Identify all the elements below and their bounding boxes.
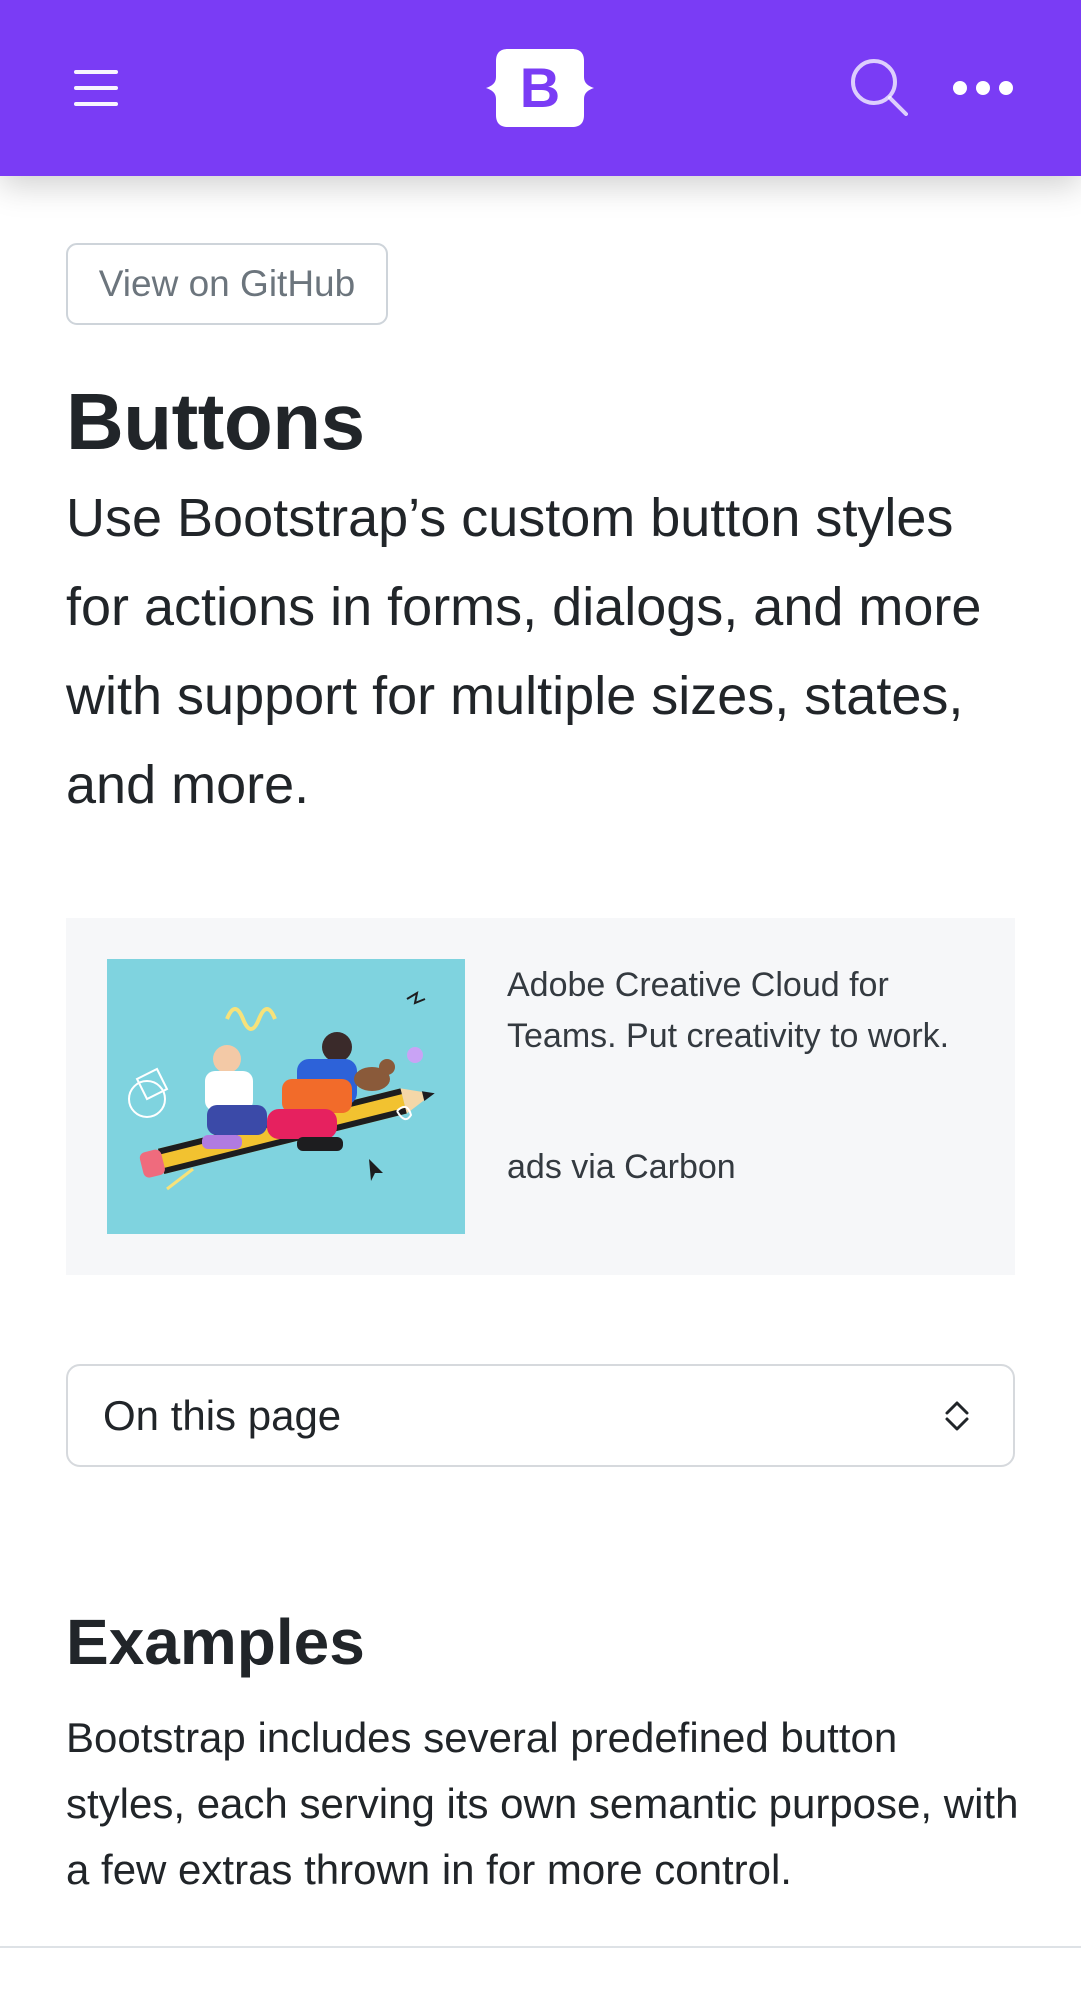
ad-text[interactable]: Adobe Creative Cloud for Teams. Put crea… — [507, 960, 977, 1062]
examples-description: Bootstrap includes several predefined bu… — [66, 1714, 1019, 1893]
navbar: B — [0, 0, 1081, 176]
hamburger-menu-icon[interactable] — [66, 58, 126, 118]
page-lead: Use Bootstrap’s custom button styles for… — [66, 488, 982, 815]
view-on-github-button[interactable]: View on GitHub — [66, 243, 388, 325]
on-this-page-dropdown[interactable]: On this page — [66, 1364, 1015, 1467]
bootstrap-logo[interactable]: B — [484, 43, 596, 133]
ad-via-link[interactable]: ads via Carbon — [507, 1142, 736, 1193]
chevron-up-down-icon — [939, 1396, 975, 1436]
more-dots-icon[interactable] — [950, 70, 1016, 106]
page-title: Buttons — [66, 377, 365, 466]
carbon-ad: Adobe Creative Cloud for Teams. Put crea… — [66, 918, 1015, 1275]
toc-selected-label: On this page — [103, 1392, 342, 1439]
ad-image[interactable] — [107, 959, 465, 1234]
brand-letter: B — [520, 56, 560, 119]
examples-heading: Examples — [66, 1606, 365, 1678]
divider — [0, 1946, 1081, 1948]
search-icon[interactable] — [846, 54, 912, 120]
